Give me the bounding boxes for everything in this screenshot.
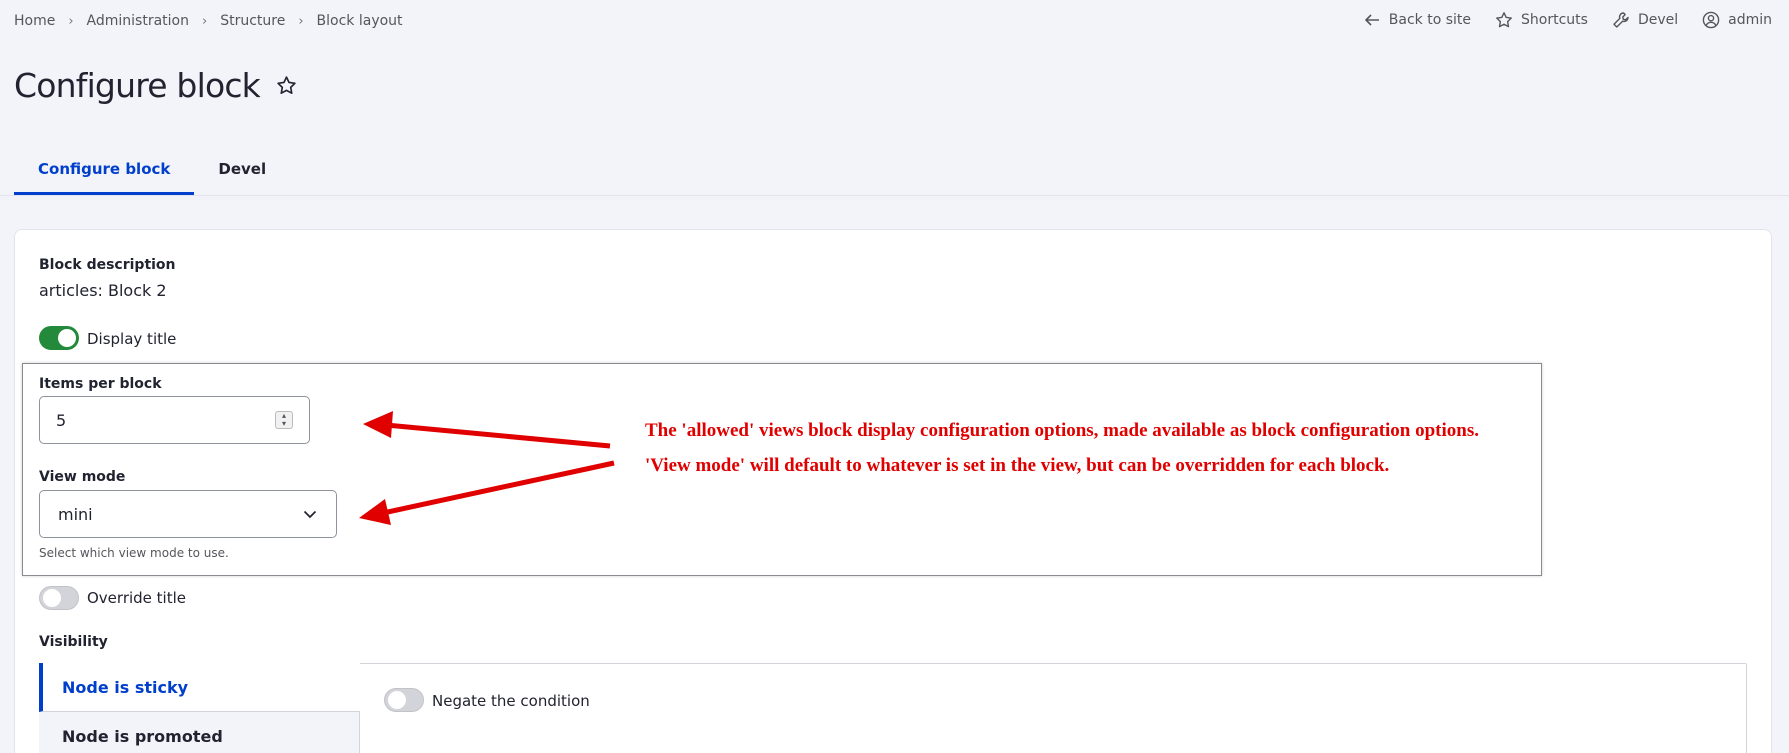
toggle-knob (43, 589, 61, 607)
chevron-right-icon: › (298, 13, 304, 29)
toggle-knob (58, 329, 76, 347)
items-per-block-input[interactable]: 5 ▴ ▾ (39, 396, 310, 444)
back-to-site-link[interactable]: Back to site (1363, 11, 1471, 29)
shortcuts-label: Shortcuts (1521, 12, 1588, 28)
display-title-toggle[interactable] (39, 326, 79, 350)
devel-link[interactable]: Devel (1612, 11, 1678, 29)
annotation-line-2: 'View mode' will default to whatever is … (645, 455, 1390, 476)
items-per-block-value: 5 (56, 410, 67, 430)
user-label: admin (1728, 12, 1772, 28)
shortcuts-link[interactable]: Shortcuts (1495, 11, 1588, 29)
vis-tab-node-is-sticky[interactable]: Node is sticky (39, 663, 360, 712)
chevron-right-icon: › (68, 13, 74, 29)
toggle-knob (388, 691, 406, 709)
wrench-icon (1613, 12, 1629, 28)
chevron-right-icon: › (202, 13, 208, 29)
devel-label: Devel (1637, 12, 1679, 28)
view-mode-value: mini (58, 504, 93, 524)
block-description-value: articles: Block 2 (39, 281, 167, 300)
primary-tabs: Configure block Devel (14, 142, 290, 195)
user-menu[interactable]: admin (1702, 11, 1772, 29)
page-title: Configure block (14, 66, 261, 105)
display-title-label: Display title (87, 330, 177, 348)
breadcrumb-structure[interactable]: Structure (220, 13, 285, 29)
items-per-block-label: Items per block (39, 376, 162, 392)
block-description-label: Block description (39, 257, 176, 273)
chevron-down-icon (303, 510, 317, 519)
view-mode-select[interactable]: mini (39, 490, 337, 538)
tab-configure-block[interactable]: Configure block (14, 142, 195, 195)
back-to-site-label: Back to site (1388, 12, 1471, 28)
page: Home › Administration › Structure › Bloc… (0, 0, 1789, 753)
negate-condition-toggle[interactable] (384, 688, 424, 712)
negate-condition-label: Negate the condition (432, 692, 590, 710)
override-title-toggle[interactable] (39, 586, 79, 610)
view-mode-label: View mode (39, 469, 126, 485)
vis-tab-node-is-promoted[interactable]: Node is promoted (39, 712, 360, 753)
visibility-tabs: Node is sticky Node is promoted (39, 663, 360, 753)
user-icon (1702, 11, 1720, 29)
breadcrumb: Home › Administration › Structure › Bloc… (14, 13, 403, 29)
arrow-left-icon (1364, 14, 1379, 26)
view-mode-help: Select which view mode to use. (39, 546, 229, 560)
breadcrumb-administration[interactable]: Administration (87, 13, 189, 29)
admin-toolbar: Back to site Shortcuts Devel admin (1363, 11, 1772, 29)
breadcrumb-block-layout[interactable]: Block layout (317, 13, 403, 29)
tab-devel[interactable]: Devel (194, 142, 290, 195)
page-title-row: Configure block (14, 66, 297, 105)
star-icon[interactable] (276, 75, 297, 96)
breadcrumb-home[interactable]: Home (14, 13, 55, 29)
number-spinner-icon[interactable]: ▴ ▾ (275, 411, 293, 429)
star-icon (1496, 12, 1512, 28)
visibility-label: Visibility (39, 634, 108, 650)
annotation-line-1: The 'allowed' views block display config… (645, 420, 1479, 441)
header-divider (0, 195, 1789, 196)
override-title-label: Override title (87, 589, 186, 607)
